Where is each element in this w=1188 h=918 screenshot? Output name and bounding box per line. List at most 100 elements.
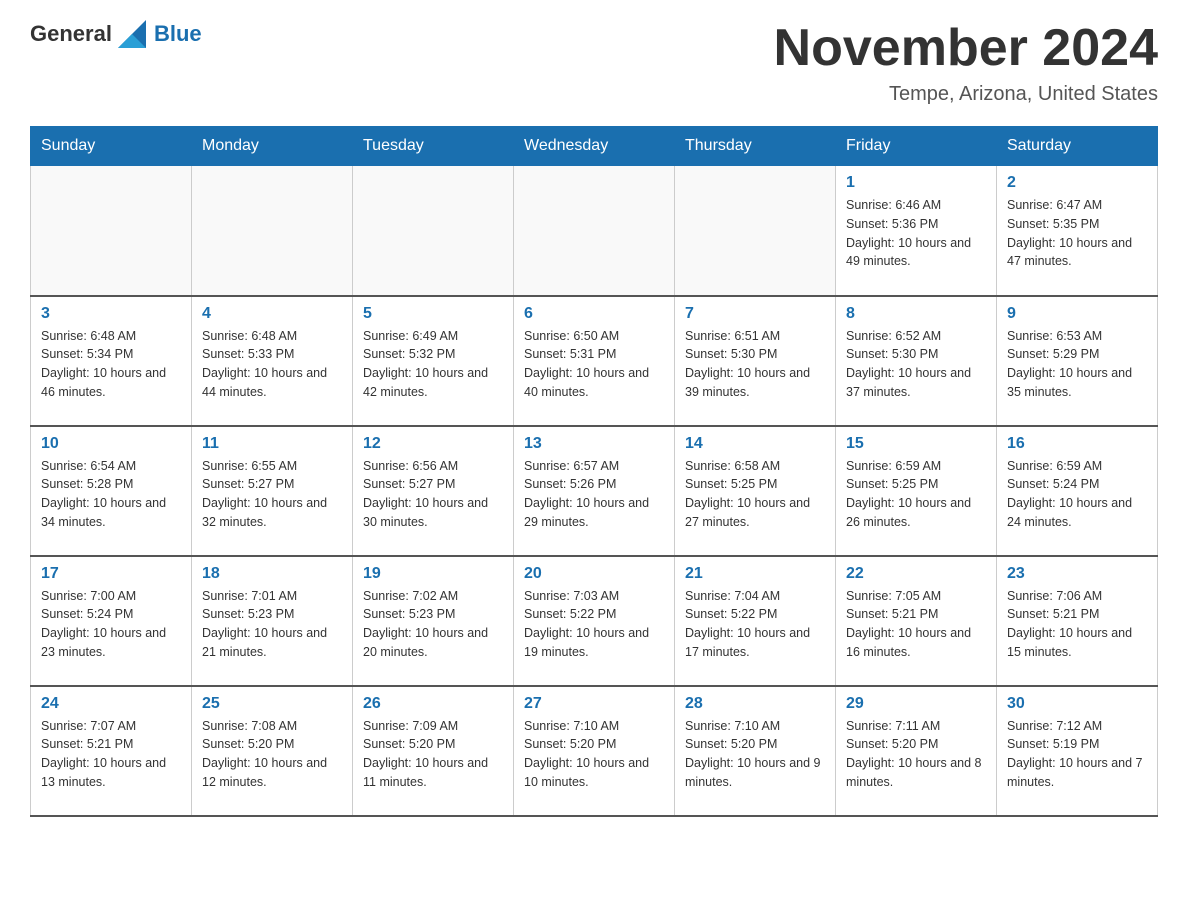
logo: General Blue (30, 20, 202, 48)
day-info: Sunrise: 7:02 AMSunset: 5:23 PMDaylight:… (363, 587, 503, 662)
day-number: 13 (524, 435, 664, 453)
day-number: 28 (685, 695, 825, 713)
calendar-cell: 2Sunrise: 6:47 AMSunset: 5:35 PMDaylight… (997, 166, 1158, 296)
day-number: 21 (685, 565, 825, 583)
calendar-cell: 18 Sunrise: 7:01 AMSunset: 5:23 PMDayligh… (192, 556, 353, 686)
location-text: Tempe, Arizona, United States (774, 83, 1158, 106)
day-info: Sunrise: 6:49 AMSunset: 5:32 PMDaylight:… (363, 327, 503, 402)
day-number: 4 (202, 305, 342, 323)
day-number: 22 (846, 565, 986, 583)
calendar-cell: 10Sunrise: 6:54 AMSunset: 5:28 PMDayligh… (31, 426, 192, 556)
day-info: Sunrise: 6:59 AMSunset: 5:24 PMDaylight:… (1007, 457, 1147, 532)
logo-icon (118, 20, 146, 48)
day-number: 6 (524, 305, 664, 323)
day-number: 7 (685, 305, 825, 323)
calendar-cell: 12 Sunrise: 6:56 AMSunset: 5:27 PMDayligh… (353, 426, 514, 556)
week-row-5: 24 Sunrise: 7:07 AMSunset: 5:21 PMDayligh… (31, 686, 1158, 816)
week-row-1: 1 Sunrise: 6:46 AMSunset: 5:36 PMDaylight… (31, 166, 1158, 296)
calendar-cell: 20 Sunrise: 7:03 AMSunset: 5:22 PMDayligh… (514, 556, 675, 686)
day-info: Sunrise: 6:53 AMSunset: 5:29 PMDaylight:… (1007, 327, 1147, 402)
calendar-cell: 13 Sunrise: 6:57 AMSunset: 5:26 PMDayligh… (514, 426, 675, 556)
calendar-cell: 6 Sunrise: 6:50 AMSunset: 5:31 PMDaylight… (514, 296, 675, 426)
calendar-cell (514, 166, 675, 296)
header-sunday: Sunday (31, 127, 192, 166)
calendar-cell (675, 166, 836, 296)
calendar-cell: 17 Sunrise: 7:00 AMSunset: 5:24 PMDayligh… (31, 556, 192, 686)
calendar-cell: 7 Sunrise: 6:51 AMSunset: 5:30 PMDaylight… (675, 296, 836, 426)
day-number: 17 (41, 565, 181, 583)
day-number: 10 (41, 435, 181, 453)
calendar-header-row: SundayMondayTuesdayWednesdayThursdayFrid… (31, 127, 1158, 166)
day-number: 25 (202, 695, 342, 713)
header-right: November 2024 Tempe, Arizona, United Sta… (774, 20, 1158, 106)
day-info: Sunrise: 6:59 AMSunset: 5:25 PMDaylight:… (846, 457, 986, 532)
calendar-cell: 11Sunrise: 6:55 AMSunset: 5:27 PMDayligh… (192, 426, 353, 556)
day-info: Sunrise: 7:00 AMSunset: 5:24 PMDaylight:… (41, 587, 181, 662)
page-header: General Blue November 2024 Tempe, Arizon… (30, 20, 1158, 106)
day-info: Sunrise: 7:03 AMSunset: 5:22 PMDaylight:… (524, 587, 664, 662)
day-info: Sunrise: 6:48 AMSunset: 5:34 PMDaylight:… (41, 327, 181, 402)
day-info: Sunrise: 6:56 AMSunset: 5:27 PMDaylight:… (363, 457, 503, 532)
day-number: 2 (1007, 174, 1147, 192)
calendar-cell: 29Sunrise: 7:11 AMSunset: 5:20 PMDayligh… (836, 686, 997, 816)
day-number: 11 (202, 435, 342, 453)
header-monday: Monday (192, 127, 353, 166)
header-friday: Friday (836, 127, 997, 166)
day-number: 14 (685, 435, 825, 453)
day-info: Sunrise: 7:10 AMSunset: 5:20 PMDaylight:… (524, 717, 664, 792)
calendar-cell: 21 Sunrise: 7:04 AMSunset: 5:22 PMDayligh… (675, 556, 836, 686)
calendar-cell: 22 Sunrise: 7:05 AMSunset: 5:21 PMDayligh… (836, 556, 997, 686)
day-number: 20 (524, 565, 664, 583)
week-row-4: 17 Sunrise: 7:00 AMSunset: 5:24 PMDayligh… (31, 556, 1158, 686)
day-number: 16 (1007, 435, 1147, 453)
day-number: 19 (363, 565, 503, 583)
calendar-cell: 4 Sunrise: 6:48 AMSunset: 5:33 PMDaylight… (192, 296, 353, 426)
logo-general-text: General (30, 21, 112, 47)
week-row-3: 10Sunrise: 6:54 AMSunset: 5:28 PMDayligh… (31, 426, 1158, 556)
day-number: 15 (846, 435, 986, 453)
day-number: 27 (524, 695, 664, 713)
calendar-cell: 23Sunrise: 7:06 AMSunset: 5:21 PMDayligh… (997, 556, 1158, 686)
day-info: Sunrise: 7:07 AMSunset: 5:21 PMDaylight:… (41, 717, 181, 792)
calendar-cell (353, 166, 514, 296)
calendar-cell: 1 Sunrise: 6:46 AMSunset: 5:36 PMDaylight… (836, 166, 997, 296)
calendar-cell: 15 Sunrise: 6:59 AMSunset: 5:25 PMDayligh… (836, 426, 997, 556)
day-info: Sunrise: 7:09 AMSunset: 5:20 PMDaylight:… (363, 717, 503, 792)
day-info: Sunrise: 6:48 AMSunset: 5:33 PMDaylight:… (202, 327, 342, 402)
calendar-cell (192, 166, 353, 296)
day-info: Sunrise: 6:46 AMSunset: 5:36 PMDaylight:… (846, 196, 986, 271)
logo-blue-text: Blue (154, 21, 202, 47)
calendar-cell: 14 Sunrise: 6:58 AMSunset: 5:25 PMDayligh… (675, 426, 836, 556)
calendar-cell: 8Sunrise: 6:52 AMSunset: 5:30 PMDaylight… (836, 296, 997, 426)
day-info: Sunrise: 7:05 AMSunset: 5:21 PMDaylight:… (846, 587, 986, 662)
day-number: 3 (41, 305, 181, 323)
day-info: Sunrise: 7:01 AMSunset: 5:23 PMDaylight:… (202, 587, 342, 662)
calendar-cell: 3 Sunrise: 6:48 AMSunset: 5:34 PMDaylight… (31, 296, 192, 426)
day-number: 9 (1007, 305, 1147, 323)
day-number: 30 (1007, 695, 1147, 713)
calendar-cell: 30 Sunrise: 7:12 AMSunset: 5:19 PMDayligh… (997, 686, 1158, 816)
month-title: November 2024 (774, 20, 1158, 77)
header-tuesday: Tuesday (353, 127, 514, 166)
day-number: 18 (202, 565, 342, 583)
day-number: 26 (363, 695, 503, 713)
header-thursday: Thursday (675, 127, 836, 166)
day-number: 8 (846, 305, 986, 323)
calendar-cell: 26 Sunrise: 7:09 AMSunset: 5:20 PMDayligh… (353, 686, 514, 816)
calendar-cell: 5 Sunrise: 6:49 AMSunset: 5:32 PMDaylight… (353, 296, 514, 426)
header-wednesday: Wednesday (514, 127, 675, 166)
calendar-cell: 16 Sunrise: 6:59 AMSunset: 5:24 PMDayligh… (997, 426, 1158, 556)
day-number: 23 (1007, 565, 1147, 583)
day-number: 12 (363, 435, 503, 453)
day-number: 5 (363, 305, 503, 323)
day-info: Sunrise: 7:04 AMSunset: 5:22 PMDaylight:… (685, 587, 825, 662)
day-info: Sunrise: 6:51 AMSunset: 5:30 PMDaylight:… (685, 327, 825, 402)
calendar-cell: 28Sunrise: 7:10 AMSunset: 5:20 PMDayligh… (675, 686, 836, 816)
day-info: Sunrise: 6:57 AMSunset: 5:26 PMDaylight:… (524, 457, 664, 532)
day-number: 24 (41, 695, 181, 713)
day-info: Sunrise: 7:11 AMSunset: 5:20 PMDaylight:… (846, 717, 986, 792)
day-number: 1 (846, 174, 986, 192)
day-info: Sunrise: 6:50 AMSunset: 5:31 PMDaylight:… (524, 327, 664, 402)
day-info: Sunrise: 7:12 AMSunset: 5:19 PMDaylight:… (1007, 717, 1147, 792)
day-info: Sunrise: 6:58 AMSunset: 5:25 PMDaylight:… (685, 457, 825, 532)
